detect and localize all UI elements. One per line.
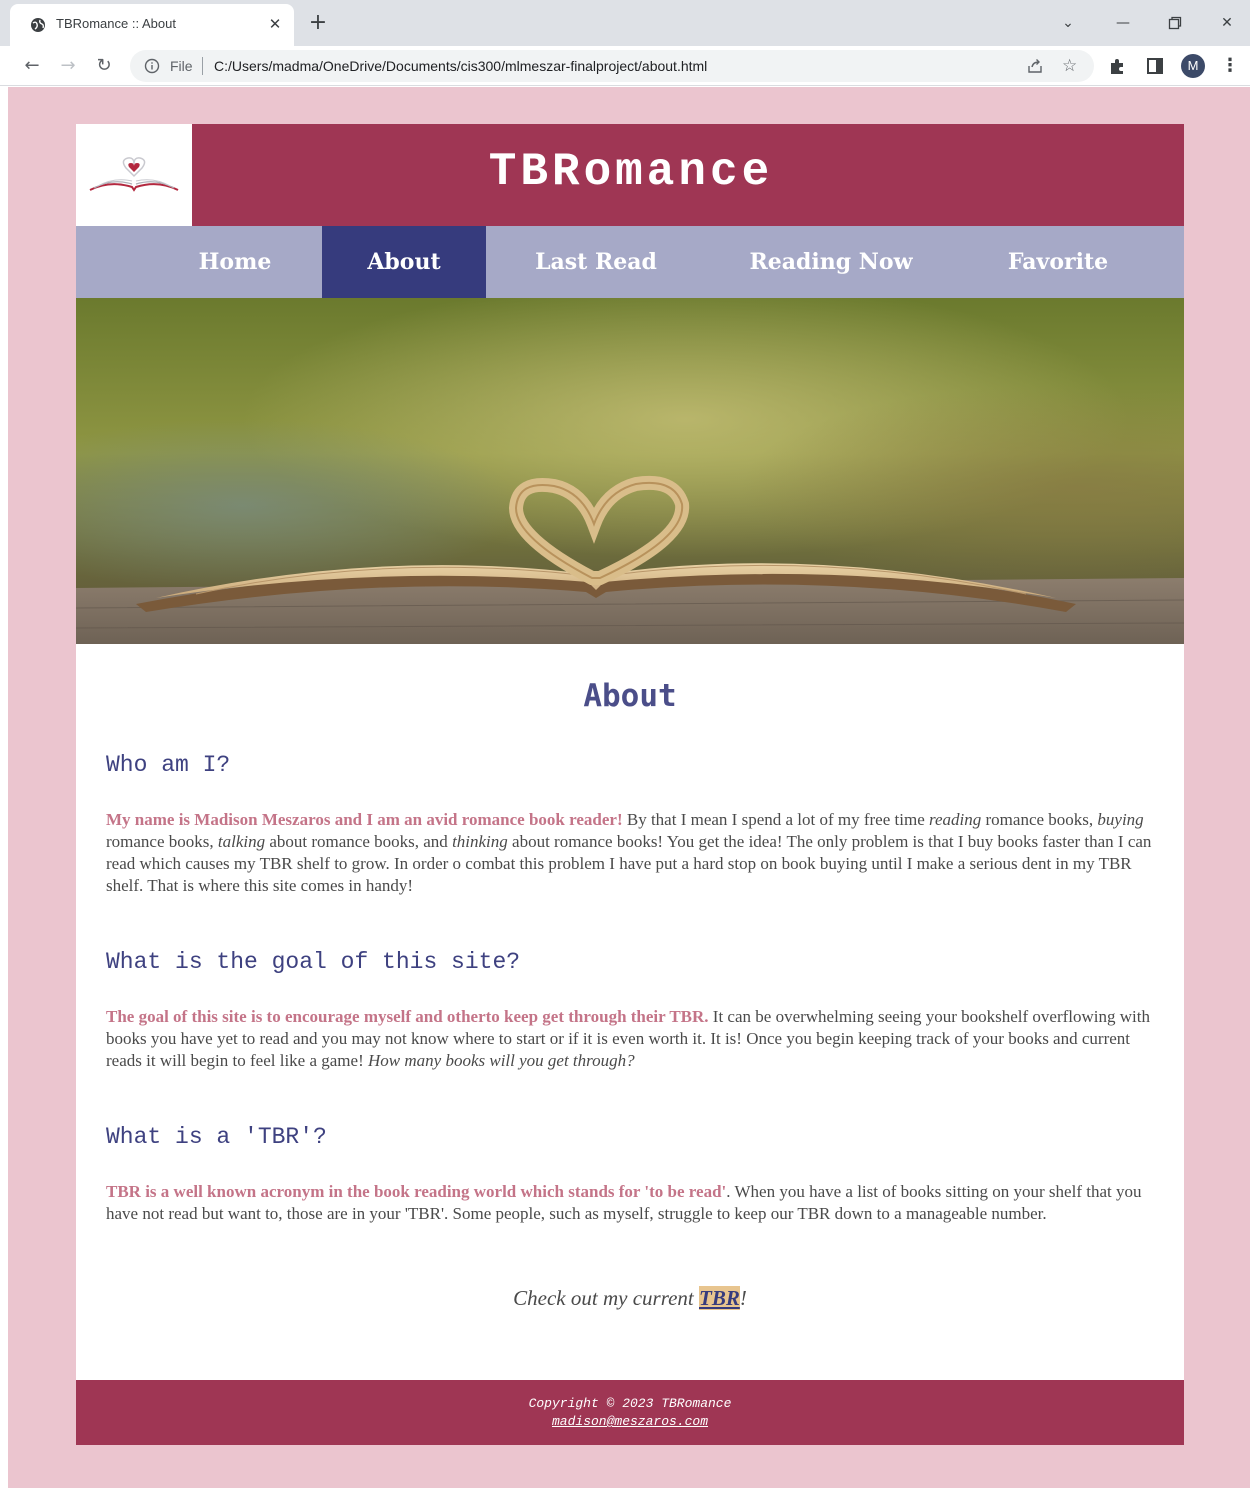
nav-last-read[interactable]: Last Read (516, 226, 676, 298)
nav-favorite[interactable]: Favorite (991, 226, 1125, 298)
section-paragraph-tbr: TBR is a well known acronym in the book … (106, 1181, 1154, 1225)
section-heading-who: Who am I? (106, 752, 231, 778)
hero-image-open-book-heart (76, 298, 1184, 644)
restore-icon[interactable] (1159, 8, 1191, 38)
tab-search-chevron-icon[interactable]: ⌄ (1052, 8, 1084, 38)
section-paragraph-goal: The goal of this site is to encourage my… (106, 1006, 1154, 1072)
section-lead-goal: The goal of this site is to encourage my… (106, 1007, 709, 1026)
site-footer: Copyright © 2023 TBRomance madison@mesza… (76, 1380, 1184, 1445)
profile-avatar[interactable]: M (1181, 54, 1205, 78)
nav-reading-now[interactable]: Reading Now (736, 226, 926, 298)
section-lead-tbr: TBR is a well known acronym in the book … (106, 1182, 727, 1201)
url-text[interactable]: C:/Users/madma/OneDrive/Documents/cis300… (214, 58, 707, 74)
browser-tabstrip: TBRomance :: About ✕ + ⌄ — ✕ (0, 0, 1250, 46)
nav-home[interactable]: Home (164, 226, 306, 298)
globe-icon (31, 18, 45, 32)
browser-tab-active[interactable]: TBRomance :: About ✕ (10, 4, 294, 46)
open-book-heart-icon (89, 157, 179, 192)
cta-line: Check out my current TBR! (106, 1286, 1154, 1311)
back-arrow-icon[interactable]: ← (18, 52, 46, 80)
address-bar[interactable]: File C:/Users/madma/OneDrive/Documents/c… (130, 50, 1094, 82)
tbr-link[interactable]: TBR (699, 1286, 740, 1310)
section-lead-who: My name is Madison Meszaros and I am an … (106, 810, 623, 829)
share-icon[interactable] (1026, 57, 1044, 75)
close-tab-icon[interactable]: ✕ (264, 13, 286, 35)
new-tab-icon[interactable]: + (304, 10, 332, 38)
page-heading: About (583, 678, 677, 714)
nav-about[interactable]: About (322, 226, 486, 298)
footer-copyright: Copyright © 2023 TBRomance (528, 1396, 732, 1411)
main-nav: Home About Last Read Reading Now Favorit… (76, 226, 1184, 298)
section-paragraph-who: My name is Madison Meszaros and I am an … (106, 809, 1154, 897)
tab-title: TBRomance :: About (56, 16, 176, 31)
browser-menu-icon[interactable]: ⋮ (1220, 54, 1240, 78)
section-heading-goal: What is the goal of this site? (106, 949, 521, 975)
close-window-icon[interactable]: ✕ (1211, 8, 1243, 38)
footer-email-link[interactable]: madison@meszaros.com (76, 1414, 1184, 1429)
url-scheme: File (170, 58, 193, 74)
url-separator (202, 57, 203, 75)
forward-arrow-icon[interactable]: → (54, 52, 82, 80)
extensions-puzzle-icon[interactable] (1108, 56, 1128, 76)
cta-prefix: Check out my current (513, 1286, 699, 1310)
reload-icon[interactable]: ↻ (90, 52, 118, 80)
section-heading-tbr: What is a 'TBR'? (106, 1124, 327, 1150)
bookmark-star-icon[interactable]: ☆ (1062, 54, 1077, 78)
site-header: TBRomance (76, 124, 1184, 226)
info-icon[interactable] (144, 58, 160, 74)
browser-toolbar: ← → ↻ File C:/Users/madma/OneDrive/Docum… (0, 46, 1250, 86)
minimize-icon[interactable]: — (1107, 8, 1139, 38)
site-logo[interactable] (76, 124, 192, 226)
site-container: TBRomance Home About Last Read Reading N… (76, 124, 1184, 1445)
site-title: TBRomance (488, 146, 774, 198)
cta-suffix: ! (739, 1286, 747, 1310)
page-viewport: TBRomance Home About Last Read Reading N… (8, 87, 1250, 1488)
side-panel-icon[interactable] (1145, 56, 1165, 76)
